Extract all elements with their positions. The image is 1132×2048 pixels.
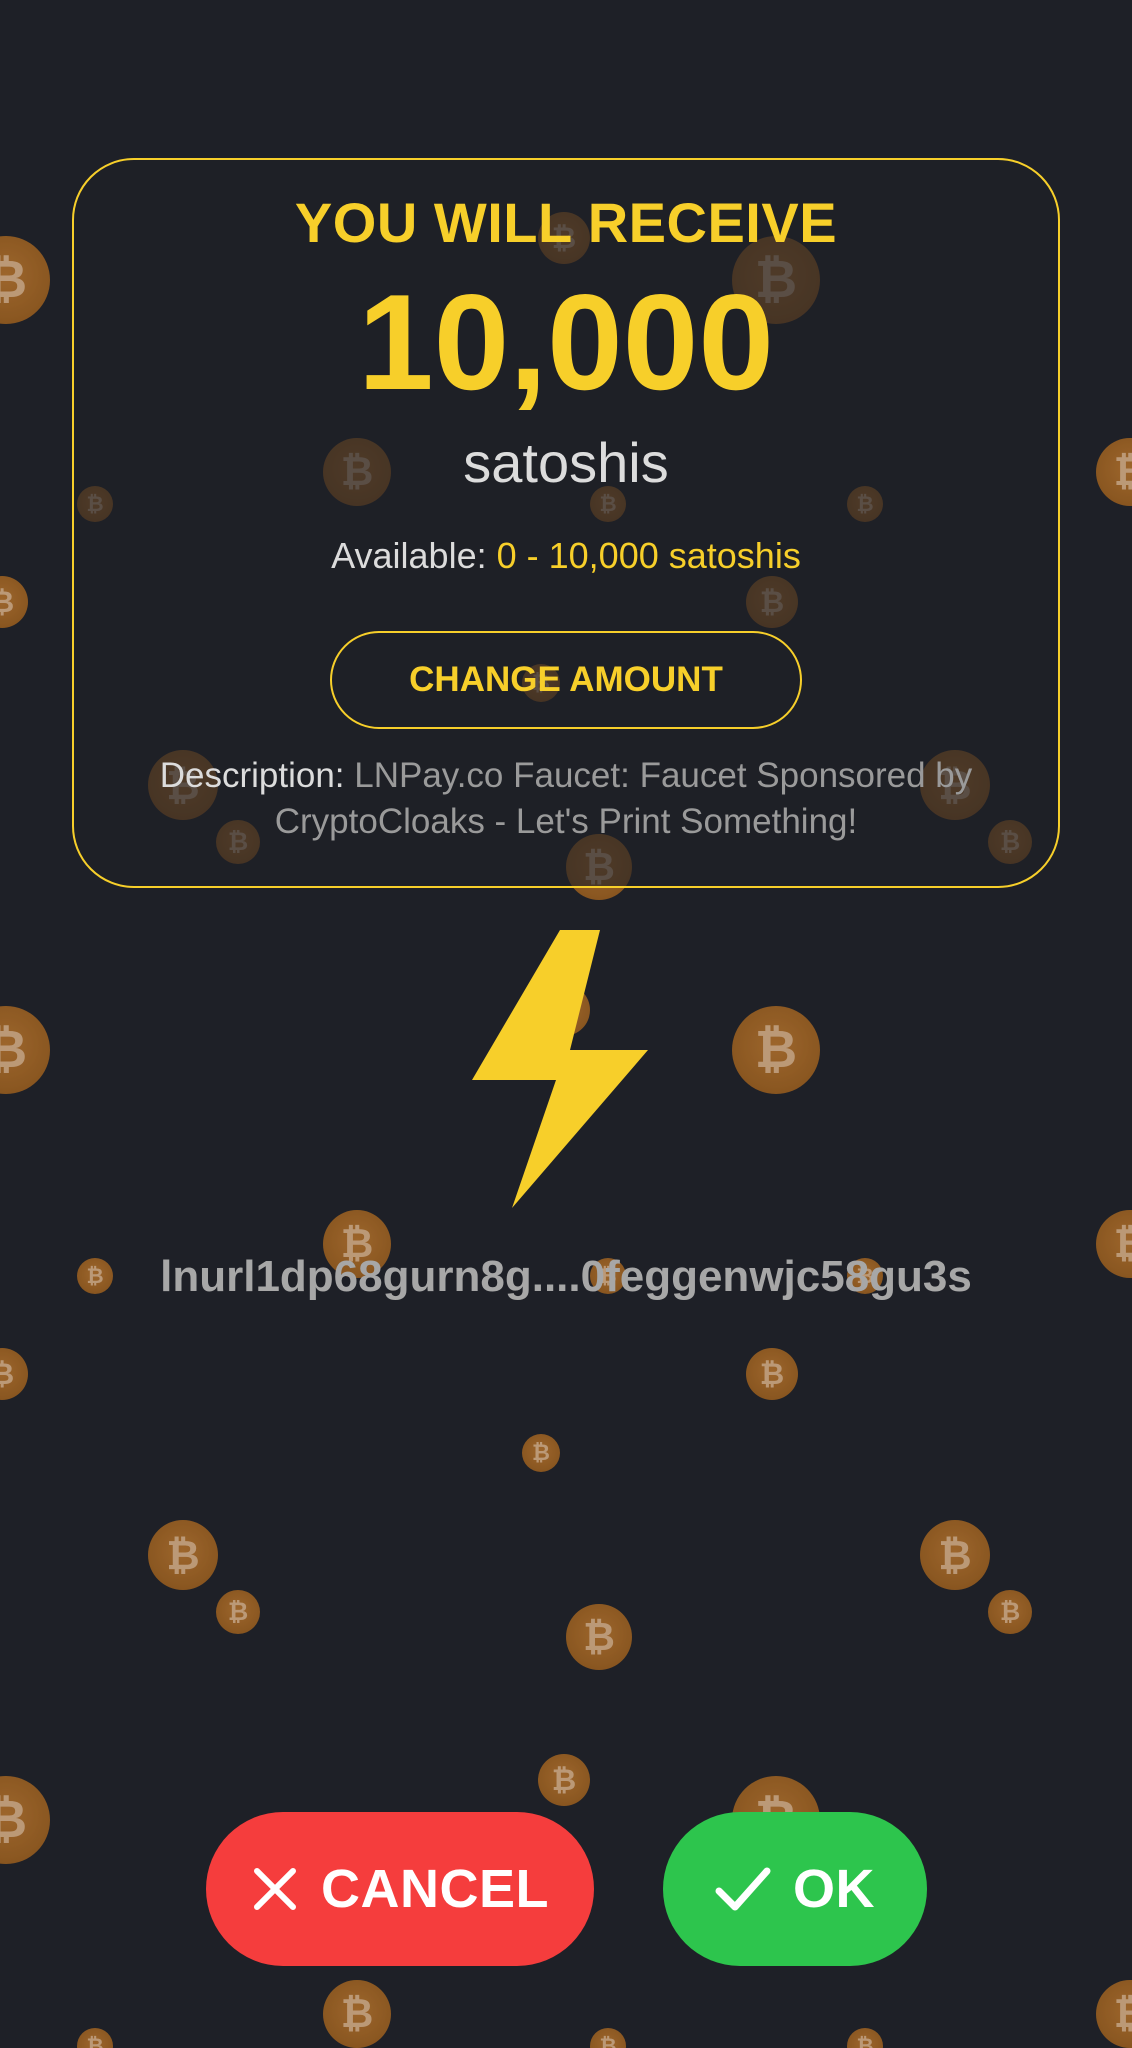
close-icon	[251, 1865, 299, 1913]
bitcoin-coin-icon: ₿	[216, 1590, 260, 1634]
available-range: Available: 0 - 10,000 satoshis	[0, 535, 1132, 577]
description-label: Description:	[159, 756, 345, 795]
bitcoin-coin-icon: ₿	[988, 1590, 1032, 1634]
ok-label: OK	[793, 1859, 875, 1919]
bitcoin-coin-icon: ₿	[732, 1006, 820, 1094]
bitcoin-coin-icon: ₿	[148, 1520, 218, 1590]
bitcoin-coin-icon: ₿	[746, 1348, 798, 1400]
description-value: LNPay.co Faucet: Faucet Sponsored by Cry…	[274, 756, 973, 841]
available-range-value: 0 - 10,000 satoshis	[496, 535, 801, 576]
bitcoin-coin-icon: ₿	[590, 2028, 626, 2048]
lnurl-withdraw-screen: ₿ ₿ ₿ ₿ ₿ ₿ ₿ ₿ ₿ ₿ ₿ ₿ ₿ ₿ ₿ ₿ ₿ ₿ ₿ ₿ …	[0, 0, 1132, 2048]
checkmark-icon	[715, 1865, 771, 1913]
change-amount-button[interactable]: CHANGE AMOUNT	[330, 631, 802, 729]
lightning-bolt-icon	[472, 930, 648, 1208]
available-label: Available:	[331, 535, 487, 576]
bitcoin-coin-icon: ₿	[77, 2028, 113, 2048]
bitcoin-coin-icon: ₿	[1096, 1980, 1132, 2048]
bitcoin-coin-icon: ₿	[847, 2028, 883, 2048]
bitcoin-coin-icon: ₿	[566, 1604, 632, 1670]
ok-button[interactable]: OK	[663, 1812, 927, 1966]
bitcoin-coin-icon: ₿	[0, 1006, 50, 1094]
description: Description: LNPay.co Faucet: Faucet Spo…	[110, 753, 1022, 845]
receive-title: YOU WILL RECEIVE	[294, 191, 838, 254]
lnurl-text: lnurl1dp68gurn8g....0feggenwjc58gu3s	[160, 1252, 972, 1301]
bitcoin-coin-icon: ₿	[0, 576, 28, 628]
amount-unit: satoshis	[463, 431, 669, 494]
bitcoin-coin-icon: ₿	[0, 1776, 50, 1864]
cancel-button[interactable]: CANCEL	[206, 1812, 594, 1966]
receive-amount: 10,000	[358, 266, 774, 418]
bitcoin-coin-icon: ₿	[522, 1434, 560, 1472]
bitcoin-coin-icon: ₿	[0, 1348, 28, 1400]
bitcoin-coin-icon: ₿	[323, 1980, 391, 2048]
bitcoin-coin-icon: ₿	[538, 1754, 590, 1806]
cancel-label: CANCEL	[321, 1859, 549, 1919]
bitcoin-coin-icon: ₿	[920, 1520, 990, 1590]
